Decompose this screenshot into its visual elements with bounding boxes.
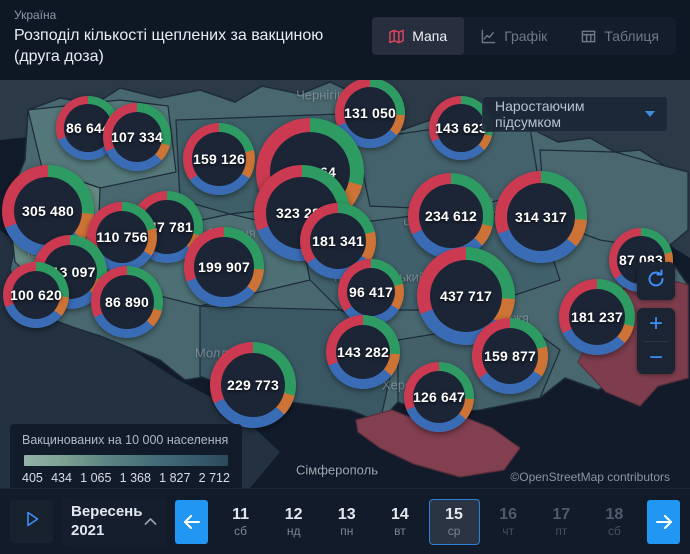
- legend-gradient-bar: [24, 455, 228, 466]
- donut-value: 234 612: [425, 208, 477, 224]
- region-donut-chart[interactable]: 126 647: [404, 362, 474, 432]
- day-of-week: сб: [608, 524, 621, 538]
- header-titles: Україна Розподіл кількості щеплених за в…: [14, 8, 372, 67]
- timeline-bar: Вересень 2021 11сб12нд13пн14вт15ср16чт17…: [0, 488, 690, 554]
- day-number: 16: [499, 505, 517, 524]
- donut-value: 100 620: [10, 287, 62, 303]
- refresh-button[interactable]: [637, 262, 675, 300]
- tab-map[interactable]: Мапа: [372, 17, 464, 55]
- zoom-in-button[interactable]: +: [637, 308, 675, 341]
- region-donut-chart[interactable]: 181 237: [559, 279, 635, 355]
- tab-chart-label: Графік: [504, 28, 547, 44]
- play-icon: [22, 509, 42, 534]
- donut-value: 199 907: [198, 259, 250, 275]
- region-donut-chart[interactable]: 107 334: [103, 103, 171, 171]
- map-region-label: Сімферополь: [296, 463, 378, 478]
- page-title: Розподіл кількості щеплених за вакциною …: [14, 25, 372, 67]
- day-of-week: чт: [502, 524, 514, 538]
- day-cell-11[interactable]: 11сб: [216, 499, 265, 545]
- month-name: Вересень: [71, 503, 142, 522]
- day-of-week: сб: [234, 524, 247, 538]
- legend-value: 1 827: [159, 471, 190, 485]
- day-number: 14: [391, 505, 409, 524]
- legend-value: 1 065: [80, 471, 111, 485]
- day-cell-13[interactable]: 13пн: [322, 499, 371, 545]
- day-of-week: пн: [340, 524, 353, 538]
- line-chart-icon: [481, 29, 496, 44]
- donut-value: 305 480: [22, 203, 74, 219]
- donut-value: 126 647: [413, 389, 465, 405]
- donut-value: 437 717: [440, 288, 492, 304]
- donut-value: 96 417: [349, 284, 393, 300]
- year-label: 2021: [71, 522, 142, 541]
- donut-value: 159 126: [193, 151, 245, 167]
- day-of-week: вт: [394, 524, 406, 538]
- day-cell-14[interactable]: 14вт: [375, 499, 424, 545]
- day-cell-16[interactable]: 16чт: [484, 499, 533, 545]
- play-button[interactable]: [10, 500, 53, 543]
- legend-value: 2 712: [199, 471, 230, 485]
- chevron-down-icon: [645, 111, 655, 117]
- zoom-out-button[interactable]: −: [637, 341, 675, 374]
- table-icon: [581, 29, 596, 44]
- donut-value: 229 773: [227, 377, 279, 393]
- day-number: 18: [606, 505, 624, 524]
- breadcrumb[interactable]: Україна: [14, 8, 372, 22]
- day-strip: 11сб12нд13пн14вт15ср16чт17пт18сб: [216, 499, 639, 545]
- region-donut-chart[interactable]: 159 877: [472, 318, 548, 394]
- mode-dropdown[interactable]: Наростаючим підсумком: [482, 96, 668, 132]
- map-icon: [389, 29, 404, 44]
- tab-table-label: Таблиця: [604, 28, 659, 44]
- view-tabs: Мапа Графік Таблиця: [372, 17, 676, 55]
- donut-value: 86 890: [105, 294, 149, 310]
- day-cell-12[interactable]: 12нд: [269, 499, 318, 545]
- refresh-icon: [645, 268, 667, 295]
- chevron-up-icon: [144, 513, 157, 531]
- day-cell-18[interactable]: 18сб: [590, 499, 639, 545]
- day-cell-15[interactable]: 15ср: [429, 499, 480, 545]
- day-number: 17: [552, 505, 570, 524]
- region-donut-chart[interactable]: 229 773: [210, 342, 296, 428]
- donut-value: 143 623: [435, 120, 487, 136]
- zoom-controls: + −: [637, 308, 675, 374]
- map-legend: Вакцинованих на 10 000 населення 405 434 1…: [10, 424, 242, 488]
- donut-value: 181 341: [312, 233, 364, 249]
- tab-map-label: Мапа: [412, 28, 447, 44]
- tab-chart[interactable]: Графік: [464, 17, 564, 55]
- legend-value: 434: [51, 471, 72, 485]
- prev-day-button[interactable]: [175, 500, 208, 544]
- day-of-week: нд: [287, 524, 301, 538]
- month-selector[interactable]: Вересень 2021: [61, 497, 167, 547]
- legend-value: 405: [22, 471, 43, 485]
- day-number: 13: [338, 505, 356, 524]
- mode-dropdown-value: Наростаючим підсумком: [495, 98, 645, 130]
- legend-value: 1 368: [120, 471, 151, 485]
- donut-value: 159 877: [484, 348, 536, 364]
- tab-table[interactable]: Таблиця: [564, 17, 676, 55]
- region-donut-chart[interactable]: 86 890: [91, 266, 163, 338]
- region-donut-chart[interactable]: 100 620: [3, 262, 69, 328]
- day-number: 15: [445, 505, 463, 524]
- day-of-week: ср: [448, 524, 461, 538]
- map-canvas[interactable]: ЛуцькЧернігівТернопільВінницяЧеркасиПолт…: [0, 80, 690, 488]
- donut-value: 314 317: [515, 209, 567, 225]
- legend-values: 405 434 1 065 1 368 1 827 2 712: [22, 471, 230, 485]
- day-of-week: пт: [555, 524, 567, 538]
- next-day-button[interactable]: [647, 500, 680, 544]
- day-number: 11: [232, 505, 249, 524]
- map-attribution[interactable]: ©OpenStreetMap contributors: [510, 470, 670, 484]
- header: Україна Розподіл кількості щеплених за в…: [0, 0, 690, 80]
- day-number: 12: [285, 505, 303, 524]
- day-cell-17[interactable]: 17пт: [537, 499, 586, 545]
- donut-value: 181 237: [571, 309, 623, 325]
- donut-value: 107 334: [111, 129, 163, 145]
- region-donut-chart[interactable]: 199 907: [184, 227, 264, 307]
- legend-title: Вакцинованих на 10 000 населення: [22, 433, 230, 447]
- region-donut-chart[interactable]: 143 282: [326, 315, 400, 389]
- region-donut-chart[interactable]: 159 126: [183, 123, 255, 195]
- month-label: Вересень 2021: [71, 503, 142, 541]
- donut-value: 143 282: [337, 344, 389, 360]
